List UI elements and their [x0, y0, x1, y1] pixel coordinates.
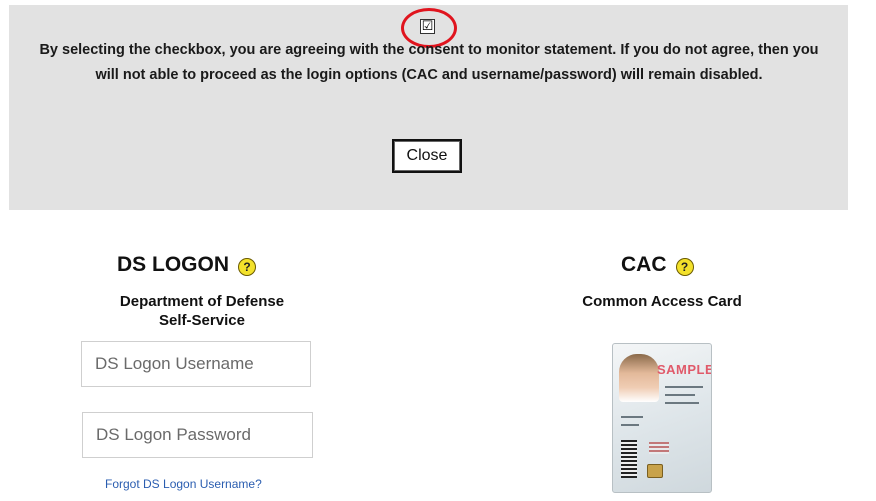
ds-logon-subtitle-line2: Self-Service — [159, 312, 245, 329]
forgot-username-link[interactable]: Forgot DS Logon Username? — [105, 477, 262, 491]
card-text-line — [621, 424, 639, 426]
consent-statement: By selecting the checkbox, you are agree… — [39, 42, 819, 83]
card-text-line — [665, 386, 703, 388]
close-button[interactable]: Close — [392, 139, 462, 173]
card-sample-watermark: SAMPLE — [657, 362, 712, 377]
ds-logon-title: DS LOGON — [117, 253, 230, 276]
card-text-line — [665, 402, 699, 404]
ds-logon-subtitle-line1: Department of Defense — [119, 293, 285, 310]
cac-subtitle: Common Access Card — [582, 293, 742, 310]
ds-logon-password-input[interactable] — [82, 412, 313, 458]
card-text-line — [621, 416, 643, 418]
consent-panel — [9, 5, 848, 210]
card-flag-icon — [649, 442, 669, 454]
card-text-line — [665, 394, 695, 396]
card-photo-icon — [619, 354, 659, 402]
cac-title: CAC — [621, 253, 667, 276]
ds-logon-heading: DS LOGON ? — [117, 253, 257, 277]
help-icon[interactable]: ? — [675, 258, 694, 276]
card-chip-icon — [647, 464, 663, 478]
help-icon[interactable]: ? — [238, 258, 257, 276]
cac-card-image[interactable]: SAMPLE — [612, 343, 712, 493]
ds-logon-subtitle: Department of Defense Self-Service — [92, 292, 312, 330]
cac-heading: CAC ? — [621, 253, 694, 277]
consent-checkbox[interactable]: ☑ — [420, 19, 435, 34]
card-barcode-icon — [621, 440, 637, 478]
ds-logon-username-input[interactable] — [81, 341, 311, 387]
